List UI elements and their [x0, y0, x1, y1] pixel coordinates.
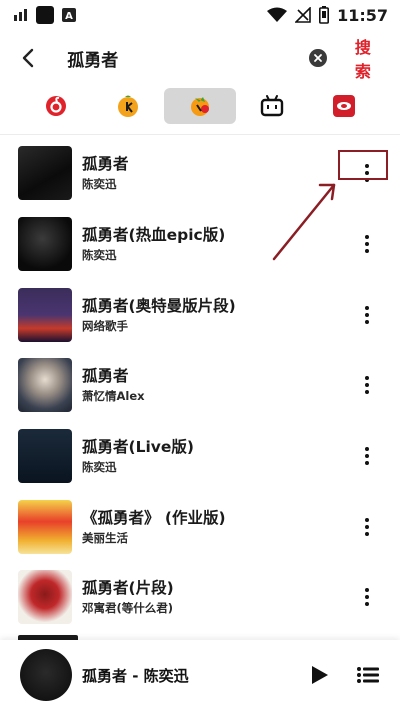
- search-button[interactable]: 搜索: [355, 34, 386, 82]
- more-options-button[interactable]: [360, 373, 374, 397]
- more-options-button[interactable]: [360, 232, 374, 256]
- annotation-highlight-box: [338, 150, 388, 180]
- bilibili-icon: [260, 95, 284, 117]
- song-meta: 孤勇者(片段) 邓寓君(等什么君): [82, 577, 174, 617]
- status-right-icons: 11:57: [267, 6, 388, 25]
- signal-bars-icon: [14, 9, 27, 21]
- play-button[interactable]: [308, 663, 332, 687]
- song-artist: 萧忆情Alex: [82, 389, 145, 404]
- status-time: 11:57: [337, 5, 388, 25]
- back-button[interactable]: [14, 44, 41, 72]
- playlist-icon: [357, 667, 379, 683]
- now-playing-title: 孤勇者 - 陈奕迅: [82, 666, 189, 685]
- annotation-arrow-icon: [272, 183, 336, 261]
- song-row[interactable]: 孤勇者(奥特曼版片段) 网络歌手: [0, 279, 400, 350]
- clear-icon: [314, 54, 322, 62]
- song-title: 《孤勇者》 (作业版): [82, 508, 226, 527]
- song-artist: 美丽生活: [82, 530, 128, 545]
- album-cover: [18, 146, 72, 201]
- kuwo-music-icon: [118, 95, 138, 117]
- song-artist: 陈奕迅: [82, 177, 117, 192]
- player-album-cover[interactable]: [20, 649, 72, 701]
- song-meta: 孤勇者 陈奕迅: [82, 153, 129, 193]
- song-meta: 孤勇者(奥特曼版片段) 网络歌手: [82, 295, 236, 335]
- album-cover: [18, 358, 72, 413]
- back-arrow-icon: [22, 48, 33, 68]
- clear-search-button[interactable]: [309, 49, 327, 67]
- wifi-icon: [267, 7, 288, 22]
- status-bar: A 11:57: [0, 0, 400, 30]
- song-title: 孤勇者(Live版): [82, 438, 194, 457]
- song-title: 孤勇者(奥特曼版片段): [82, 296, 236, 315]
- album-cover: [18, 499, 72, 554]
- song-artist: 邓寓君(等什么君): [82, 601, 174, 616]
- battery-icon: [319, 6, 330, 24]
- song-row[interactable]: 孤勇者 萧忆情Alex: [0, 350, 400, 421]
- no-signal-icon: [295, 7, 311, 23]
- album-cover: [18, 217, 72, 272]
- status-left-icons: A: [14, 6, 76, 24]
- tab-bilibili[interactable]: [236, 88, 308, 124]
- song-row[interactable]: 《孤勇者》 (作业版) 美丽生活: [0, 491, 400, 562]
- song-meta: 孤勇者 萧忆情Alex: [82, 365, 145, 405]
- song-list: 孤勇者 陈奕迅 孤勇者(热血epic版) 陈奕迅 孤勇者(奥特曼版片段) 网络歌…: [0, 138, 400, 633]
- search-input[interactable]: [67, 43, 310, 73]
- tabs-divider: [0, 134, 400, 135]
- tab-kuwo-music[interactable]: [92, 88, 164, 124]
- song-meta: 孤勇者(热血epic版) 陈奕迅: [82, 224, 225, 264]
- migu-music-icon: [333, 95, 355, 117]
- search-bar: 搜索: [0, 34, 400, 82]
- playlist-button[interactable]: [356, 663, 380, 687]
- album-cover: [18, 570, 72, 625]
- tab-netease-music[interactable]: [20, 88, 92, 124]
- more-options-button[interactable]: [360, 444, 374, 468]
- song-title: 孤勇者: [82, 155, 129, 174]
- song-title: 孤勇者: [82, 367, 129, 386]
- tab-qq-music[interactable]: [164, 88, 236, 124]
- notification-square-icon: [36, 6, 54, 24]
- song-title: 孤勇者(片段): [82, 579, 174, 598]
- svg-text:A: A: [65, 11, 73, 22]
- song-row[interactable]: 孤勇者(热血epic版) 陈奕迅: [0, 209, 400, 280]
- netease-music-icon: [46, 96, 66, 116]
- album-cover: [18, 429, 72, 484]
- qq-music-icon: [191, 97, 209, 116]
- font-a-icon: A: [62, 8, 76, 22]
- song-row[interactable]: 孤勇者(片段) 邓寓君(等什么君): [0, 562, 400, 633]
- album-cover: [18, 287, 72, 342]
- play-icon: [312, 666, 328, 684]
- more-options-button[interactable]: [360, 303, 374, 327]
- song-artist: 陈奕迅: [82, 460, 117, 475]
- source-tabs: [0, 88, 400, 124]
- mini-player[interactable]: 孤勇者 - 陈奕迅: [0, 640, 400, 710]
- song-artist: 陈奕迅: [82, 248, 117, 263]
- song-meta: 《孤勇者》 (作业版) 美丽生活: [82, 507, 226, 547]
- song-title: 孤勇者(热血epic版): [82, 226, 226, 245]
- more-options-button[interactable]: [360, 585, 374, 609]
- song-artist: 网络歌手: [82, 318, 128, 333]
- more-options-button[interactable]: [360, 515, 374, 539]
- song-row[interactable]: 孤勇者(Live版) 陈奕迅: [0, 421, 400, 492]
- song-meta: 孤勇者(Live版) 陈奕迅: [82, 436, 194, 476]
- tab-migu-music[interactable]: [308, 88, 380, 124]
